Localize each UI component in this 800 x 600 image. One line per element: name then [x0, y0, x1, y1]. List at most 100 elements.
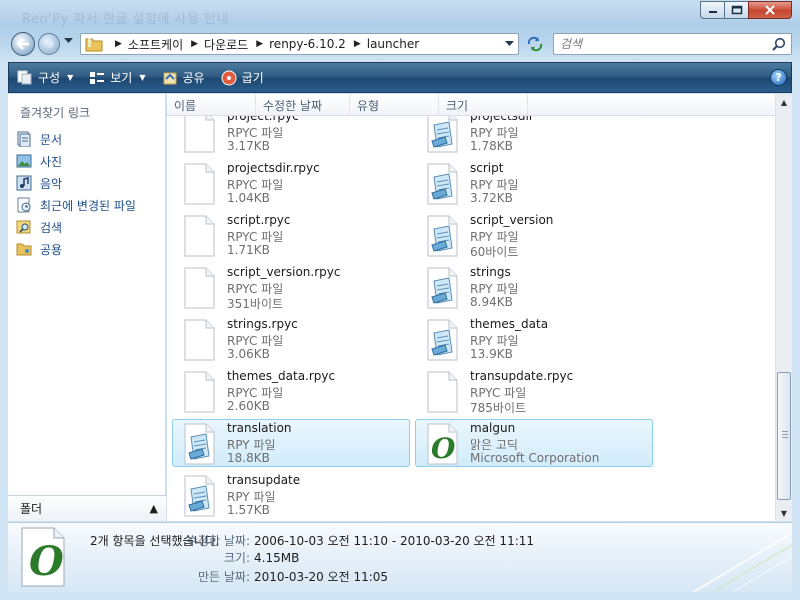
favorite-link-public[interactable]: 공용 — [16, 238, 136, 260]
search-input[interactable] — [554, 34, 754, 54]
column-header-name[interactable]: 이름 — [167, 94, 256, 116]
breadcrumb-separator-icon[interactable]: ▶ — [115, 39, 122, 49]
file-size: 3.72KB — [470, 191, 513, 205]
minimize-icon — [708, 11, 717, 13]
detail-value: 4.15MB — [254, 551, 300, 565]
svg-text:O: O — [29, 538, 64, 585]
favorite-link-pictures[interactable]: 사진 — [16, 150, 136, 172]
window-title: Ren'Py 파서 한글 설정에 사용 안내 — [22, 12, 230, 27]
breadcrumb-item[interactable]: renpy-6.10.2 — [269, 37, 346, 51]
file-item[interactable]: transupdate.rpyc RPYC 파일 785바이트 — [415, 367, 653, 415]
file-item[interactable]: script.rpyc RPYC 파일 1.71KB — [172, 211, 410, 259]
scroll-down-button[interactable]: ▼ — [776, 505, 792, 521]
chevron-down-icon: ▼ — [67, 73, 74, 82]
favorite-link-label: 문서 — [40, 132, 63, 147]
refresh-button[interactable] — [522, 33, 548, 55]
file-size: 785바이트 — [470, 401, 527, 415]
detail-row-created: 만든 날짜: 2010-03-20 오전 11:05 — [160, 568, 388, 585]
forward-button[interactable] — [38, 33, 60, 55]
blank-file-icon — [184, 163, 215, 205]
blank-file-icon — [184, 319, 215, 361]
organize-menu[interactable]: 구성 ▼ — [9, 63, 81, 92]
caption-buttons — [700, 1, 792, 19]
address-dropdown-icon[interactable] — [505, 41, 514, 47]
file-item[interactable]: Omalgun 맑은 고딕 Microsoft Corporation — [415, 419, 653, 467]
file-name: transupdate.rpyc — [470, 369, 574, 383]
detail-value: 2010-03-20 오전 11:05 — [254, 570, 389, 584]
file-item[interactable]: script_version.rpyc RPYC 파일 351바이트 — [172, 263, 410, 311]
back-arrow-icon — [16, 38, 29, 50]
file-item[interactable]: strings RPY 파일 8.94KB — [415, 263, 653, 311]
file-name: projectsdir — [470, 116, 534, 123]
scroll-thumb[interactable] — [777, 372, 791, 500]
file-item[interactable]: projectsdir RPY 파일 1.78KB — [415, 116, 653, 155]
public-folder-icon — [16, 243, 32, 256]
organize-icon — [17, 70, 32, 85]
breadcrumb-separator-icon[interactable]: ▶ — [256, 39, 263, 49]
organize-label: 구성 — [38, 71, 61, 85]
column-header-date-modified[interactable]: 수정한 날짜 — [256, 94, 350, 116]
refresh-icon — [527, 36, 543, 52]
blank-file-icon — [184, 116, 215, 153]
file-size: 8.94KB — [470, 295, 513, 309]
file-name: strings.rpyc — [227, 317, 298, 331]
close-icon — [765, 5, 775, 15]
breadcrumb-item[interactable]: 소프트케이 — [128, 36, 183, 53]
searches-icon — [16, 220, 31, 234]
breadcrumb-separator-icon[interactable]: ▶ — [354, 39, 361, 49]
file-item[interactable]: script_version RPY 파일 60바이트 — [415, 211, 653, 259]
column-header-size[interactable]: 크기 — [439, 94, 528, 116]
folders-toggle[interactable]: 폴더 ▲ — [8, 495, 166, 521]
minimize-button[interactable] — [700, 1, 725, 19]
help-button[interactable]: ? — [770, 69, 787, 86]
scroll-grip — [782, 431, 788, 440]
script-file-icon — [184, 475, 215, 517]
blank-file-icon — [184, 267, 215, 309]
vertical-scrollbar[interactable]: ▲ ▼ — [775, 94, 792, 521]
script-file-icon — [427, 116, 458, 153]
file-item[interactable]: script RPY 파일 3.72KB — [415, 159, 653, 207]
favorite-links-list: 문서 사진 음악 최근에 변경된 파일 검색 공용 — [16, 128, 136, 260]
column-header-type[interactable]: 유형 — [350, 94, 439, 116]
file-item[interactable]: project.rpyc RPYC 파일 3.17KB — [172, 116, 410, 155]
file-item[interactable]: transupdate RPY 파일 1.57KB — [172, 471, 410, 519]
file-size: 18.8KB — [227, 451, 270, 465]
breadcrumb-item[interactable]: 다운로드 — [204, 36, 248, 53]
file-name: malgun — [470, 421, 516, 435]
detail-label: 크기: — [223, 551, 250, 565]
file-item[interactable]: themes_data.rpyc RPYC 파일 2.60KB — [172, 367, 410, 415]
back-button[interactable] — [11, 32, 35, 56]
burn-button[interactable]: 굽기 — [213, 63, 272, 92]
favorite-link-label: 공용 — [40, 242, 63, 257]
file-name: strings — [470, 265, 511, 279]
file-item[interactable]: translation RPY 파일 18.8KB — [172, 419, 410, 467]
blank-file-icon — [184, 371, 215, 413]
favorite-link-searches[interactable]: 검색 — [16, 216, 136, 238]
file-size: Microsoft Corporation — [470, 451, 600, 465]
views-menu[interactable]: 보기 ▼ — [81, 63, 153, 92]
views-icon — [90, 71, 105, 84]
share-button[interactable]: 공유 — [154, 63, 213, 92]
favorite-link-music[interactable]: 음악 — [16, 172, 136, 194]
favorite-link-recently-changed[interactable]: 최근에 변경된 파일 — [16, 194, 136, 216]
search-box[interactable] — [553, 33, 792, 55]
file-name: translation — [227, 421, 292, 435]
file-item[interactable]: projectsdir.rpyc RPYC 파일 1.04KB — [172, 159, 410, 207]
file-item[interactable]: themes_data RPY 파일 13.9KB — [415, 315, 653, 363]
blank-file-icon — [427, 371, 458, 413]
favorite-link-documents[interactable]: 문서 — [16, 128, 136, 150]
maximize-button[interactable] — [724, 1, 749, 19]
file-grid: project.rpyc RPYC 파일 3.17KB projectsdir RPY … — [167, 116, 775, 521]
pictures-icon — [16, 154, 32, 168]
file-item[interactable]: strings.rpyc RPYC 파일 3.06KB — [172, 315, 410, 363]
scroll-up-button[interactable]: ▲ — [776, 94, 792, 110]
breadcrumb-item[interactable]: launcher — [367, 37, 419, 51]
file-name: project.rpyc — [227, 116, 299, 123]
recent-pages-dropdown-icon[interactable] — [64, 38, 73, 44]
search-icon[interactable] — [772, 37, 786, 51]
recently-changed-icon — [17, 197, 31, 213]
breadcrumb-separator-icon[interactable]: ▶ — [191, 39, 198, 49]
address-bar[interactable]: ▶ 소프트케이 ▶ 다운로드 ▶ renpy-6.10.2 ▶ launcher — [80, 33, 519, 55]
close-button[interactable] — [748, 1, 792, 19]
detail-label: 만든 날짜: — [197, 570, 250, 584]
